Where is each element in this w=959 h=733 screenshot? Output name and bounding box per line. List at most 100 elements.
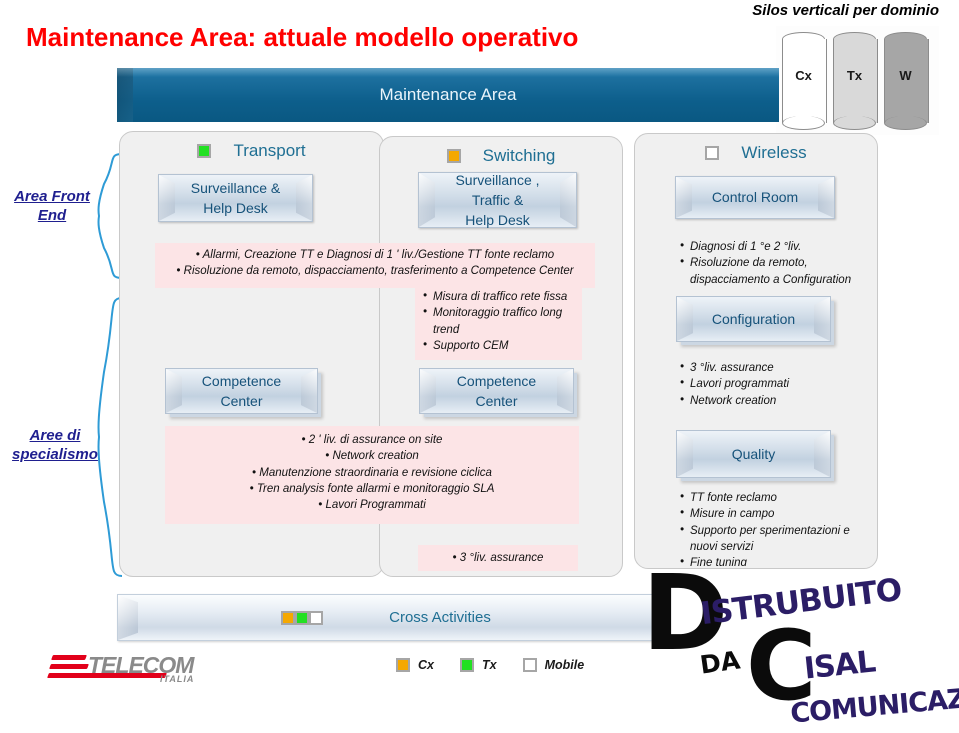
note-text: 2 ' liv. di assurance on site bbox=[308, 434, 443, 446]
legend-label: Cx bbox=[418, 658, 434, 672]
banner-label: Maintenance Area bbox=[379, 85, 517, 104]
note-wireless-bottom: TT fonte reclamo Misure in campo Support… bbox=[672, 486, 868, 566]
note-item: Network creation bbox=[680, 392, 854, 409]
note-item: Risoluzione da remoto, dispacciamento a … bbox=[680, 254, 866, 288]
note-item: Monitoraggio traffico long trend bbox=[423, 304, 574, 338]
cylinder-label: Cx bbox=[795, 68, 812, 83]
legend-item-mobile: Mobile bbox=[522, 658, 584, 672]
legend: Cx Tx Mobile bbox=[396, 658, 584, 672]
watermark-letter-c: C bbox=[746, 610, 817, 722]
button-label-line-1: Competence bbox=[201, 372, 282, 389]
button-competence-center-transport[interactable]: Competence Center bbox=[165, 368, 318, 414]
note-list: TT fonte reclamo Misure in campo Support… bbox=[680, 489, 860, 566]
column-header-transport: Transport bbox=[120, 141, 383, 161]
note-text: 3 °liv. assurance bbox=[459, 552, 544, 564]
note-line: • Network creation bbox=[325, 450, 419, 463]
column-title: Wireless bbox=[741, 143, 807, 162]
telecom-italia-logo: TELECOM ITALIA bbox=[47, 650, 203, 686]
column-header-wireless: Wireless bbox=[635, 143, 877, 163]
maintenance-area-banner: Maintenance Area bbox=[117, 68, 779, 122]
label-line-2: End bbox=[37, 206, 67, 224]
green-square-icon bbox=[459, 658, 474, 672]
orange-square-icon bbox=[446, 149, 461, 163]
cross-activities-label: Cross Activities bbox=[389, 609, 491, 626]
button-label: Configuration bbox=[711, 310, 796, 327]
note-item: Supporto per sperimentazioni e nuovi ser… bbox=[680, 522, 860, 556]
button-label-line-1: Surveillance & bbox=[190, 179, 281, 196]
button-configuration[interactable]: Configuration bbox=[676, 296, 831, 342]
column-title: Switching bbox=[482, 146, 556, 165]
cylinder-w: W bbox=[884, 32, 929, 130]
button-label-line-2: Center bbox=[220, 393, 263, 409]
column-title: Transport bbox=[233, 141, 306, 160]
white-square-icon bbox=[705, 146, 720, 160]
button-control-room[interactable]: Control Room bbox=[675, 176, 835, 219]
orange-square-icon bbox=[396, 658, 410, 672]
logo-subtext: ITALIA bbox=[160, 674, 195, 684]
watermark-line-1: ISTRUBUITO bbox=[698, 571, 904, 633]
note-line: • Lavori Programmati bbox=[318, 499, 426, 512]
note-line: • 2 ' liv. di assurance on site bbox=[301, 434, 443, 446]
label-area-front-end: Area Front End bbox=[2, 188, 102, 226]
legend-item-cx: Cx bbox=[396, 658, 434, 672]
cylinder-label: W bbox=[899, 68, 912, 83]
cross-activities-bar: Cross Activities bbox=[117, 594, 655, 641]
note-specialismo-shared: • 2 ' liv. di assurance on site • Networ… bbox=[165, 426, 579, 524]
note-text: Lavori Programmati bbox=[325, 499, 426, 512]
note-list: 3 °liv. assurance Lavori programmati Net… bbox=[680, 359, 854, 409]
bar-bevel bbox=[118, 595, 138, 640]
button-label: Quality bbox=[731, 445, 776, 462]
column-header-switching: Switching bbox=[380, 146, 622, 166]
white-square-icon bbox=[309, 610, 324, 625]
label-line-1: Area Front bbox=[14, 188, 90, 205]
note-line: • Allarmi, Creazione TT e Diagnosi di 1 … bbox=[195, 249, 555, 261]
button-quality[interactable]: Quality bbox=[676, 430, 831, 478]
note-item: Diagnosi di 1 °e 2 °liv. bbox=[680, 238, 866, 255]
label-line-2: specialismo bbox=[12, 445, 98, 463]
note-item: Misura di traffico rete fissa bbox=[423, 288, 574, 305]
cylinder-label: Tx bbox=[846, 68, 863, 83]
white-square-icon bbox=[522, 658, 537, 672]
green-square-icon bbox=[197, 144, 212, 158]
legend-label: Tx bbox=[481, 658, 497, 672]
note-text: Allarmi, Creazione TT e Diagnosi di 1 ' … bbox=[202, 249, 555, 261]
note-line: • Risoluzione da remoto, dispacciamento,… bbox=[176, 265, 574, 278]
orange-square-icon bbox=[281, 610, 296, 625]
logo-stripe bbox=[49, 664, 89, 669]
cylinder-bottom-ellipse bbox=[833, 116, 876, 130]
note-item: 3 °liv. assurance bbox=[680, 359, 854, 376]
note-text: Manutenzione straordinaria e revisione c… bbox=[259, 466, 492, 479]
note-line: • 3 °liv. assurance bbox=[452, 552, 544, 564]
button-surveillance-help-desk-transport[interactable]: Surveillance & Help Desk bbox=[158, 174, 313, 222]
button-competence-center-switching[interactable]: Competence Center bbox=[419, 368, 574, 414]
silos-cylinder-group: Cx Tx W bbox=[776, 26, 939, 135]
button-label-line-1: Surveillance , bbox=[455, 171, 540, 188]
note-text: Tren analysis fonte allarmi e monitoragg… bbox=[256, 482, 495, 495]
note-switching-mid: Misura di traffico rete fissa Monitoragg… bbox=[415, 285, 582, 360]
button-label-line-2: Help Desk bbox=[203, 200, 268, 216]
note-item: Supporto CEM bbox=[423, 337, 574, 354]
note-wireless-top: Diagnosi di 1 °e 2 °liv. Risoluzione da … bbox=[672, 235, 874, 286]
cylinder-bottom-ellipse bbox=[884, 116, 927, 130]
watermark-cisal-comunicazione: D ISTRUBUITO DA C ISAL COMUNICAZIONE bbox=[638, 561, 959, 733]
note-list: Misura di traffico rete fissa Monitoragg… bbox=[423, 288, 574, 354]
note-item: Misure in campo bbox=[680, 505, 860, 522]
button-label-line-3: Help Desk bbox=[465, 212, 530, 229]
button-label-line-1: Competence bbox=[456, 372, 537, 389]
watermark-da: DA bbox=[698, 645, 742, 680]
silos-caption: Silos verticali per dominio bbox=[752, 2, 939, 19]
note-switching-bottom: • 3 °liv. assurance bbox=[418, 545, 578, 571]
watermark-line-2: ISAL bbox=[802, 644, 877, 687]
page-title: Maintenance Area: attuale modello operat… bbox=[26, 22, 579, 52]
note-text: Risoluzione da remoto, dispacciamento, t… bbox=[183, 265, 574, 278]
watermark-line-3: COMUNICAZIONE bbox=[789, 677, 959, 730]
logo-stripe bbox=[51, 655, 87, 660]
note-line: • Manutenzione straordinaria e revisione… bbox=[252, 466, 492, 479]
button-label-line-2: Traffic & bbox=[471, 191, 524, 208]
label-aree-di-specialismo: Aree di specialismo bbox=[0, 427, 110, 465]
note-line: • Tren analysis fonte allarmi e monitora… bbox=[249, 482, 495, 495]
button-surveillance-traffic-help-desk-switching[interactable]: Surveillance , Traffic & Help Desk bbox=[418, 172, 577, 228]
banner-sheen bbox=[117, 68, 779, 77]
legend-item-tx: Tx bbox=[459, 658, 497, 672]
note-text: Network creation bbox=[332, 450, 419, 463]
